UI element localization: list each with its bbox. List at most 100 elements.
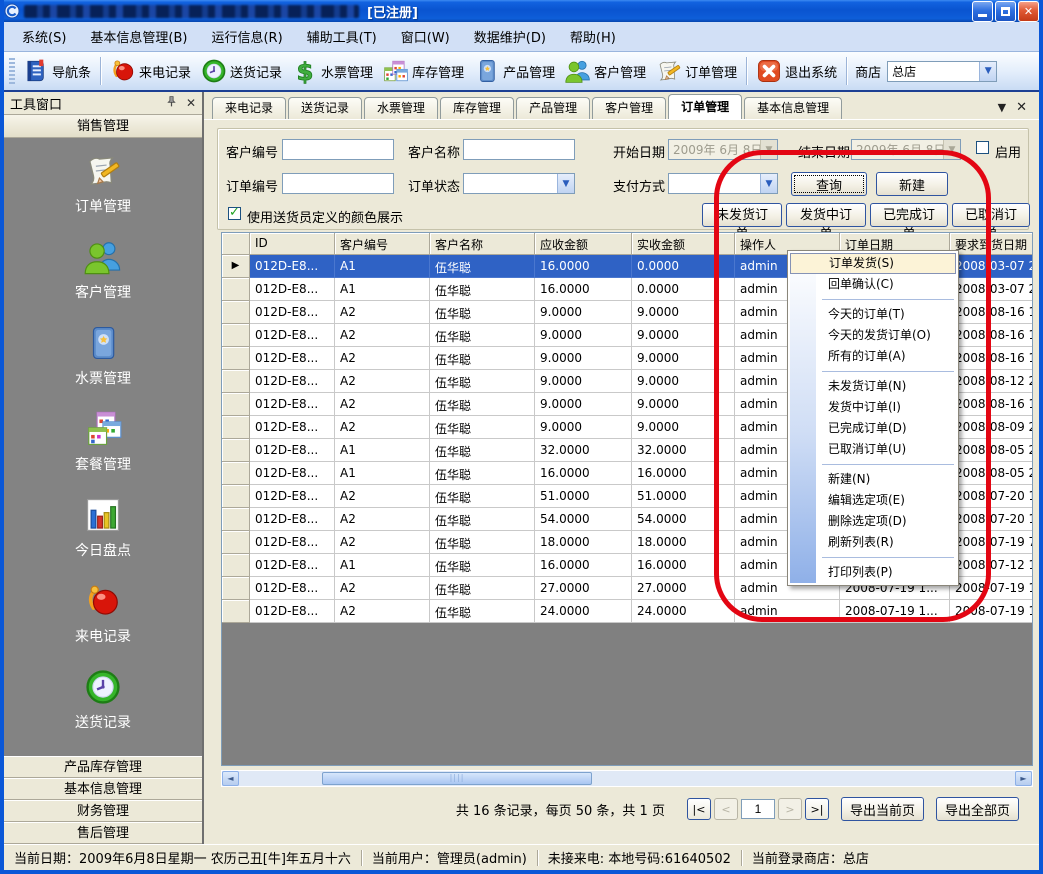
tab-scroll-chevron-down-icon[interactable]: ▼ — [998, 101, 1006, 114]
prev-page-button[interactable]: < — [714, 798, 738, 820]
row-selector — [222, 439, 250, 462]
toolbar-button-1[interactable]: 导航条 — [18, 56, 96, 86]
context-menu-item-15[interactable]: 删除选定项(D) — [790, 511, 956, 532]
export-current-page-button[interactable]: 导出当前页 — [841, 797, 924, 821]
sidebar-item-1[interactable]: 订单管理 — [4, 152, 202, 216]
sidebar-section-bottom-3[interactable]: 财务管理 — [4, 800, 202, 822]
new-button[interactable]: 新建 — [876, 172, 948, 196]
workspace: 工具窗口 ✕ 销售管理 订单管理客户管理水票管理套餐管理今日盘点来电记录送货记录… — [4, 92, 1039, 844]
column-header-2[interactable]: 客户编号 — [335, 233, 430, 255]
context-menu-item-10[interactable]: 已完成订单(D) — [790, 418, 956, 439]
context-menu-item-2[interactable]: 回单确认(C) — [790, 274, 956, 295]
chart-icon — [84, 496, 122, 534]
toolbar-button-6[interactable]: 产品管理 — [469, 56, 560, 86]
scroll-left-arrow[interactable]: ◄ — [222, 771, 239, 786]
first-page-button[interactable]: |< — [687, 798, 711, 820]
end-date-picker[interactable]: 2009年 6月 8日 ▼ — [851, 139, 961, 160]
context-menu-item-9[interactable]: 发货中订单(I) — [790, 397, 956, 418]
context-menu-item-1[interactable]: 订单发货(S) — [790, 253, 956, 274]
customer-no-input[interactable] — [282, 139, 394, 160]
status-unshipped-button[interactable]: 未发货订单 — [702, 203, 782, 227]
sidebar-item-5[interactable]: 今日盘点 — [4, 496, 202, 560]
toolbar-button-3[interactable]: 送货记录 — [196, 56, 287, 86]
menu-item-3[interactable]: 运行信息(R) — [199, 23, 294, 50]
toolbar-button-2[interactable]: 来电记录 — [105, 56, 196, 86]
column-header-8[interactable]: 要求到货日期 — [950, 233, 1033, 255]
sidebar-item-4[interactable]: 套餐管理 — [4, 410, 202, 474]
order-status-select[interactable]: ▼ — [463, 173, 575, 194]
color-display-checkbox[interactable] — [228, 207, 241, 220]
scroll-right-arrow[interactable]: ► — [1015, 771, 1032, 786]
sidebar-close-icon[interactable]: ✕ — [186, 96, 196, 110]
context-menu-item-16[interactable]: 刷新列表(R) — [790, 532, 956, 553]
toolbar-button-5[interactable]: 库存管理 — [378, 56, 469, 86]
cell-received: 51.0000 — [632, 485, 735, 508]
context-menu-item-8[interactable]: 未发货订单(N) — [790, 376, 956, 397]
chevron-down-icon: ▼ — [760, 174, 777, 193]
context-menu-item-18[interactable]: 打印列表(P) — [790, 562, 956, 583]
scrollbar-thumb[interactable] — [322, 772, 592, 785]
sidebar-section-bottom-4[interactable]: 售后管理 — [4, 822, 202, 844]
export-all-pages-button[interactable]: 导出全部页 — [936, 797, 1019, 821]
menu-item-2[interactable]: 基本信息管理(B) — [78, 23, 199, 50]
menu-item-1[interactable]: 系统(S) — [10, 23, 78, 50]
column-header-4[interactable]: 应收金额 — [535, 233, 632, 255]
customer-name-input[interactable] — [463, 139, 575, 160]
menu-item-5[interactable]: 窗口(W) — [389, 23, 462, 50]
status-cancelled-button[interactable]: 已取消订单 — [952, 203, 1030, 227]
status-shipping-button[interactable]: 发货中订单 — [786, 203, 866, 227]
cell-receivable: 9.0000 — [535, 393, 632, 416]
toolbar-grip[interactable] — [9, 58, 15, 84]
tab-4[interactable]: 库存管理 — [440, 97, 514, 119]
pay-method-select[interactable]: ▼ — [668, 173, 778, 194]
sidebar-item-7[interactable]: 送货记录 — [4, 668, 202, 732]
horizontal-scrollbar[interactable]: ◄ ► — [221, 770, 1033, 787]
context-menu-item-5[interactable]: 今天的发货订单(O) — [790, 325, 956, 346]
sidebar-item-2[interactable]: 客户管理 — [4, 238, 202, 302]
table-row[interactable]: 012D-E8...A2伍华聪24.000024.0000admin2008-0… — [222, 600, 1032, 623]
column-header-1[interactable]: ID — [250, 233, 335, 255]
context-menu-item-6[interactable]: 所有的订单(A) — [790, 346, 956, 367]
start-date-picker[interactable]: 2009年 6月 8日 ▼ — [668, 139, 778, 160]
status-completed-button[interactable]: 已完成订单 — [870, 203, 948, 227]
cell-receivable: 27.0000 — [535, 577, 632, 600]
last-page-button[interactable]: >| — [805, 798, 829, 820]
shop-select[interactable]: 总店▼ — [887, 61, 997, 82]
context-menu-item-11[interactable]: 已取消订单(U) — [790, 439, 956, 460]
sidebar-section-bottom-2[interactable]: 基本信息管理 — [4, 778, 202, 800]
enable-checkbox[interactable] — [976, 141, 989, 154]
sidebar-item-3[interactable]: 水票管理 — [4, 324, 202, 388]
pin-icon[interactable] — [165, 95, 178, 111]
tab-6[interactable]: 客户管理 — [592, 97, 666, 119]
column-header-3[interactable]: 客户名称 — [430, 233, 535, 255]
tab-3[interactable]: 水票管理 — [364, 97, 438, 119]
sidebar-item-6[interactable]: 来电记录 — [4, 582, 202, 646]
query-button[interactable]: 查询 — [791, 172, 867, 196]
page-number-input[interactable] — [741, 799, 775, 819]
minimize-button[interactable] — [972, 1, 993, 22]
tab-close-icon[interactable]: ✕ — [1016, 100, 1027, 115]
sidebar-section-bottom-1[interactable]: 产品库存管理 — [4, 756, 202, 778]
tab-8[interactable]: 基本信息管理 — [744, 97, 842, 119]
tab-7[interactable]: 订单管理 — [668, 94, 742, 119]
toolbar-button-8[interactable]: 订单管理 — [651, 56, 742, 86]
tab-1[interactable]: 来电记录 — [212, 97, 286, 119]
menu-item-7[interactable]: 帮助(H) — [558, 23, 628, 50]
context-menu-item-4[interactable]: 今天的订单(T) — [790, 304, 956, 325]
toolbar-button-9[interactable]: 退出系统 — [751, 56, 842, 86]
menu-item-6[interactable]: 数据维护(D) — [462, 23, 558, 50]
toolbar-button-4[interactable]: $水票管理 — [287, 56, 378, 86]
tab-5[interactable]: 产品管理 — [516, 97, 590, 119]
toolbar-button-7[interactable]: 客户管理 — [560, 56, 651, 86]
next-page-button[interactable]: > — [778, 798, 802, 820]
close-button[interactable]: ✕ — [1018, 1, 1039, 22]
context-menu-item-14[interactable]: 编辑选定项(E) — [790, 490, 956, 511]
menu-item-4[interactable]: 辅助工具(T) — [295, 23, 389, 50]
column-header-5[interactable]: 实收金额 — [632, 233, 735, 255]
sidebar-section-sales[interactable]: 销售管理 — [4, 115, 202, 138]
combo-icon — [84, 410, 122, 448]
order-no-input[interactable] — [282, 173, 394, 194]
maximize-button[interactable] — [995, 1, 1016, 22]
context-menu-item-13[interactable]: 新建(N) — [790, 469, 956, 490]
tab-2[interactable]: 送货记录 — [288, 97, 362, 119]
